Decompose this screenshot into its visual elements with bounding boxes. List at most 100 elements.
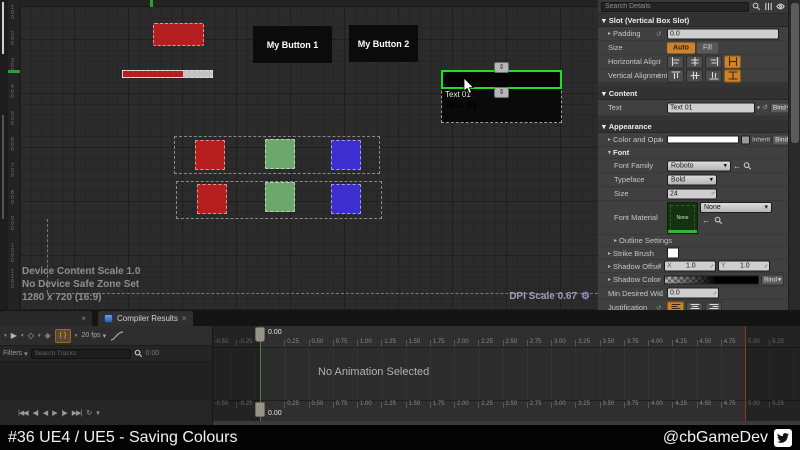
color-swatch[interactable]: [667, 136, 739, 144]
strike-brush-swatch[interactable]: [667, 248, 679, 259]
text-bind-button[interactable]: Bind ▾: [770, 102, 788, 113]
shadow-color-bind-button[interactable]: Bind ▾: [761, 274, 784, 285]
section-content[interactable]: ▾ Content: [598, 87, 788, 100]
options-caret-icon[interactable]: ▾: [4, 333, 7, 339]
keyframe-outline-icon[interactable]: ◇: [28, 331, 34, 340]
valign-bottom-button[interactable]: [705, 69, 722, 82]
reset-icon[interactable]: ↺: [656, 30, 661, 38]
drag-handle-icon[interactable]: ⇕: [494, 87, 509, 98]
timeline-ruler-bottom[interactable]: -0.50-0.250.250.500.751.001.251.501.752.…: [213, 400, 800, 421]
go-to-front-button[interactable]: |◀◀: [18, 409, 28, 417]
color-bind-button[interactable]: Bind ▾: [772, 134, 788, 145]
current-time-field[interactable]: 0.00: [146, 350, 160, 357]
halign-left-button[interactable]: [667, 55, 684, 68]
eye-filter-icon[interactable]: [776, 2, 785, 11]
valign-center-button[interactable]: [686, 69, 703, 82]
sequencer-timeline[interactable]: -0.50-0.250.250.500.751.001.251.501.752.…: [213, 326, 800, 425]
curve-editor-icon[interactable]: [110, 330, 124, 342]
red-image-widget[interactable]: [195, 140, 225, 170]
expander-closed-icon[interactable]: ▸: [608, 30, 611, 37]
min-desired-width-spinbox[interactable]: 0.0 ↕: [667, 288, 719, 299]
reset-icon[interactable]: ↺: [656, 262, 661, 270]
font-size-spinbox[interactable]: 24 ↕: [667, 188, 717, 199]
blue-image-widget[interactable]: [331, 140, 361, 170]
font-family-combo[interactable]: Roboto ▾: [667, 160, 731, 171]
my-button-2[interactable]: My Button 2: [349, 25, 418, 62]
blue-image-widget[interactable]: [331, 184, 361, 214]
back-arrow-icon[interactable]: ←: [702, 216, 710, 225]
expander-closed-icon[interactable]: ▸: [608, 250, 611, 257]
close-icon[interactable]: ×: [182, 314, 187, 323]
green-image-widget[interactable]: [265, 139, 295, 169]
size-auto-button[interactable]: Auto: [667, 42, 695, 53]
track-list-area[interactable]: [0, 362, 212, 400]
padding-input[interactable]: [667, 28, 779, 39]
reset-icon[interactable]: ↺: [656, 136, 661, 144]
red-button-widget[interactable]: [153, 23, 204, 46]
playback-options-button[interactable]: ▾: [96, 409, 99, 417]
justify-right-button[interactable]: [705, 301, 722, 310]
justify-left-button[interactable]: [667, 301, 684, 310]
step-forward-button[interactable]: |▶: [62, 409, 67, 417]
gear-icon[interactable]: ⚙: [581, 291, 590, 302]
loop-button[interactable]: ↻: [86, 409, 91, 417]
timeline-main-area[interactable]: No Animation Selected: [213, 348, 800, 400]
snapping-toggle-button[interactable]: ( ): [55, 329, 71, 343]
caret-icon[interactable]: ▾: [21, 333, 24, 339]
expander-closed-icon[interactable]: ▸: [608, 136, 611, 143]
go-to-end-button[interactable]: ▶▶|: [72, 409, 82, 417]
typeface-combo[interactable]: Bold ▾: [667, 174, 717, 185]
font-material-combo[interactable]: None ▾: [700, 202, 772, 213]
back-arrow-icon[interactable]: ←: [733, 161, 741, 170]
my-button-1[interactable]: My Button 1: [253, 26, 332, 63]
browse-icon[interactable]: [714, 216, 723, 225]
section-slot[interactable]: ▾ Slot (Vertical Box Slot): [598, 14, 788, 27]
reset-icon[interactable]: ↺: [656, 72, 661, 80]
collapsed-panel-edge[interactable]: [0, 0, 8, 310]
caret-icon[interactable]: ▾: [75, 333, 78, 339]
timeline-ruler-top[interactable]: -0.50-0.250.250.500.751.001.251.501.752.…: [213, 326, 800, 348]
expander-closed-icon[interactable]: ▸: [608, 276, 611, 283]
shadow-offset-x-spinbox[interactable]: X 1.0 ↕: [664, 261, 716, 272]
reset-icon[interactable]: ↺: [762, 104, 768, 112]
alpha-swatch[interactable]: [741, 135, 750, 144]
play-icon[interactable]: ▶: [11, 331, 17, 340]
red-image-widget[interactable]: [197, 184, 227, 214]
playhead-handle[interactable]: [255, 327, 265, 342]
expander-closed-icon[interactable]: ▸: [608, 263, 611, 270]
halign-fill-button[interactable]: [724, 55, 741, 68]
valign-fill-button[interactable]: [724, 69, 741, 82]
playhead-handle[interactable]: [255, 402, 265, 417]
play-forward-button[interactable]: ▶: [52, 409, 56, 417]
reset-icon[interactable]: ↺: [656, 276, 661, 284]
green-image-widget[interactable]: [265, 182, 295, 212]
justify-center-button[interactable]: [686, 301, 703, 310]
halign-center-button[interactable]: [686, 55, 703, 68]
progress-bar-widget[interactable]: [122, 70, 213, 78]
column-view-icon[interactable]: [764, 2, 773, 11]
row-outline-settings[interactable]: ▸ Outline Settings: [598, 235, 788, 247]
close-icon[interactable]: ×: [81, 314, 86, 323]
tab-compiler-results[interactable]: Compiler Results ×: [98, 311, 193, 326]
filters-dropdown[interactable]: Filters ▾: [3, 350, 28, 358]
halign-right-button[interactable]: [705, 55, 722, 68]
text-value-input[interactable]: [667, 102, 755, 113]
valign-top-button[interactable]: [667, 69, 684, 82]
fps-dropdown[interactable]: 20 fps ▾: [82, 332, 107, 340]
step-backward-button[interactable]: ◀|: [33, 409, 38, 417]
text-widget[interactable]: Text 01: [445, 100, 477, 111]
scrollbar-thumb[interactable]: [791, 3, 799, 143]
combo-caret-icon[interactable]: ▾: [757, 104, 760, 111]
reset-icon[interactable]: ↺: [656, 58, 661, 66]
keyframe-solid-icon[interactable]: ◆: [45, 331, 51, 340]
browse-icon[interactable]: [743, 161, 752, 170]
section-appearance[interactable]: ▾ Appearance: [598, 120, 788, 133]
umg-designer-canvas[interactable]: My Button 1 My Button 2 Text 01 Text 01 …: [20, 7, 598, 310]
caret-icon[interactable]: ▾: [38, 333, 41, 339]
play-reverse-button[interactable]: ◀: [43, 409, 47, 417]
drag-handle-icon[interactable]: ⇕: [494, 62, 509, 73]
size-fill-button[interactable]: Fill: [697, 42, 718, 53]
shadow-offset-y-spinbox[interactable]: Y 1.0 ↕: [718, 261, 770, 272]
tab-partial[interactable]: ×: [0, 311, 92, 326]
details-scrollbar[interactable]: [788, 0, 800, 310]
